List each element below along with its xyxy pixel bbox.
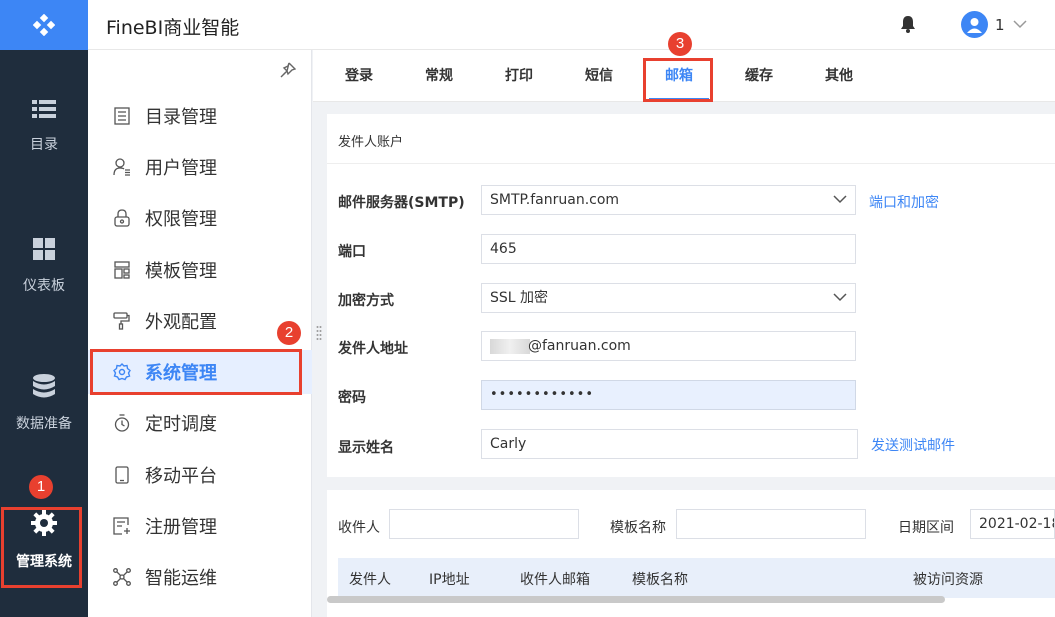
tab-sms[interactable]: 短信 (569, 50, 629, 102)
display-name-value: Carly (490, 436, 527, 452)
horizontal-scrollbar[interactable] (327, 594, 1055, 604)
submenu-item-label: 移动平台 (145, 466, 217, 487)
submenu-item-templates[interactable]: 模板管理 (88, 248, 312, 292)
rail-item-catalog[interactable]: 目录 (0, 98, 88, 154)
column-header: 被访问资源 (913, 572, 983, 588)
resize-handle[interactable] (316, 325, 322, 341)
bell-icon[interactable] (900, 15, 916, 37)
tab-other[interactable]: 其他 (809, 50, 869, 102)
highlight-box-1 (1, 507, 82, 588)
smtp-value: SMTP.fanruan.com (490, 192, 620, 208)
annotation-badge-3: 3 (668, 32, 692, 56)
submenu-item-label: 权限管理 (145, 209, 217, 230)
tab-general[interactable]: 常规 (409, 50, 469, 102)
port-field[interactable]: 465 (481, 234, 856, 264)
encryption-select[interactable]: SSL 加密 (481, 283, 856, 313)
log-table-header: 发件人 IP地址 收件人邮箱 模板名称 被访问资源 (338, 558, 1055, 598)
date-value: 2021-02-18 (979, 516, 1055, 532)
timer-icon (112, 414, 132, 432)
top-bar: FineBI商业智能 1 (88, 0, 1055, 50)
lock-icon (112, 209, 132, 227)
list-icon (32, 100, 56, 118)
chevron-down-icon[interactable] (1013, 17, 1027, 33)
divider (327, 163, 1055, 164)
submenu-item-mobile[interactable]: 移动平台 (88, 453, 312, 497)
catalog-icon (112, 107, 132, 125)
sender-address-label: 发件人地址 (338, 341, 408, 357)
submenu-item-permissions[interactable]: 权限管理 (88, 196, 312, 240)
smtp-label: 邮件服务器(SMTP) (338, 195, 465, 211)
redacted-text (490, 338, 530, 354)
template-filter-input[interactable] (676, 509, 866, 539)
password-label: 密码 (338, 390, 366, 406)
date-range-label: 日期区间 (898, 520, 954, 536)
column-header: 发件人 (349, 572, 391, 588)
rail-item-label: 仪表板 (23, 278, 65, 294)
user-icon (112, 158, 132, 176)
submenu-item-catalog[interactable]: 目录管理 (88, 94, 312, 138)
smtp-select[interactable]: SMTP.fanruan.com (481, 185, 856, 215)
column-header: 收件人邮箱 (520, 572, 590, 588)
recipient-filter-input[interactable] (389, 509, 579, 539)
encryption-value: SSL 加密 (490, 290, 549, 306)
port-label: 端口 (338, 244, 366, 260)
port-value: 465 (490, 241, 517, 257)
chevron-down-icon (833, 293, 847, 302)
app-logo-icon[interactable] (0, 0, 88, 50)
section-title: 发件人账户 (338, 135, 404, 150)
annotation-badge-1: 1 (29, 475, 53, 499)
ops-icon (112, 568, 132, 586)
database-icon (33, 374, 55, 398)
tab-cache[interactable]: 缓存 (729, 50, 789, 102)
tab-print[interactable]: 打印 (489, 50, 549, 102)
app-title: FineBI商业智能 (106, 17, 240, 39)
sender-address-field[interactable]: @fanruan.com (481, 331, 856, 361)
submenu-item-label: 目录管理 (145, 107, 217, 128)
encryption-label: 加密方式 (338, 293, 394, 309)
user-name[interactable]: 1 (995, 16, 1005, 34)
template-icon (112, 261, 132, 279)
submenu-item-label: 模板管理 (145, 261, 217, 282)
template-filter-label: 模板名称 (610, 520, 666, 536)
sender-account-card: 发件人账户 邮件服务器(SMTP) SMTP.fanruan.com 端口和加密… (327, 114, 1055, 477)
password-field[interactable]: •••••••••••• (481, 380, 856, 410)
send-test-email-link[interactable]: 发送测试邮件 (871, 435, 955, 455)
submenu-item-scheduling[interactable]: 定时调度 (88, 401, 312, 445)
display-name-field[interactable]: Carly (481, 429, 858, 459)
column-header: 模板名称 (632, 572, 688, 588)
submenu-item-label: 用户管理 (145, 158, 217, 179)
recipient-filter-label: 收件人 (338, 520, 380, 536)
scrollbar-thumb[interactable] (327, 596, 945, 603)
mobile-icon (112, 466, 132, 484)
highlight-box-3 (643, 58, 713, 102)
date-range-input[interactable]: 2021-02-18 (970, 509, 1055, 539)
user-icon (967, 17, 982, 33)
annotation-badge-2: 2 (277, 321, 301, 345)
submenu-item-label: 注册管理 (145, 517, 217, 538)
password-value: •••••••••••• (490, 387, 595, 402)
submenu-item-label: 外观配置 (145, 312, 217, 333)
sender-address-value: @fanruan.com (528, 338, 631, 354)
paint-roller-icon (112, 312, 132, 330)
rail-item-label: 数据准备 (16, 416, 72, 432)
submenu-item-registration[interactable]: 注册管理 (88, 504, 312, 548)
tab-login[interactable]: 登录 (329, 50, 389, 102)
rail-item-label: 目录 (30, 137, 58, 153)
chevron-down-icon (833, 195, 847, 204)
submenu-item-label: 定时调度 (145, 414, 217, 435)
dashboard-icon (33, 238, 55, 260)
submenu-item-label: 智能运维 (145, 568, 217, 589)
submenu-item-users[interactable]: 用户管理 (88, 145, 312, 189)
rail-item-data-prep[interactable]: 数据准备 (0, 373, 88, 433)
highlight-box-2 (90, 349, 302, 395)
column-header: IP地址 (429, 572, 470, 588)
submenu-item-ops[interactable]: 智能运维 (88, 555, 312, 599)
port-encryption-link[interactable]: 端口和加密 (869, 192, 939, 212)
rail-item-dashboard[interactable]: 仪表板 (0, 237, 88, 295)
pin-icon[interactable] (280, 62, 297, 82)
register-icon (112, 517, 132, 535)
display-name-label: 显示姓名 (338, 440, 394, 456)
avatar[interactable] (961, 11, 988, 38)
